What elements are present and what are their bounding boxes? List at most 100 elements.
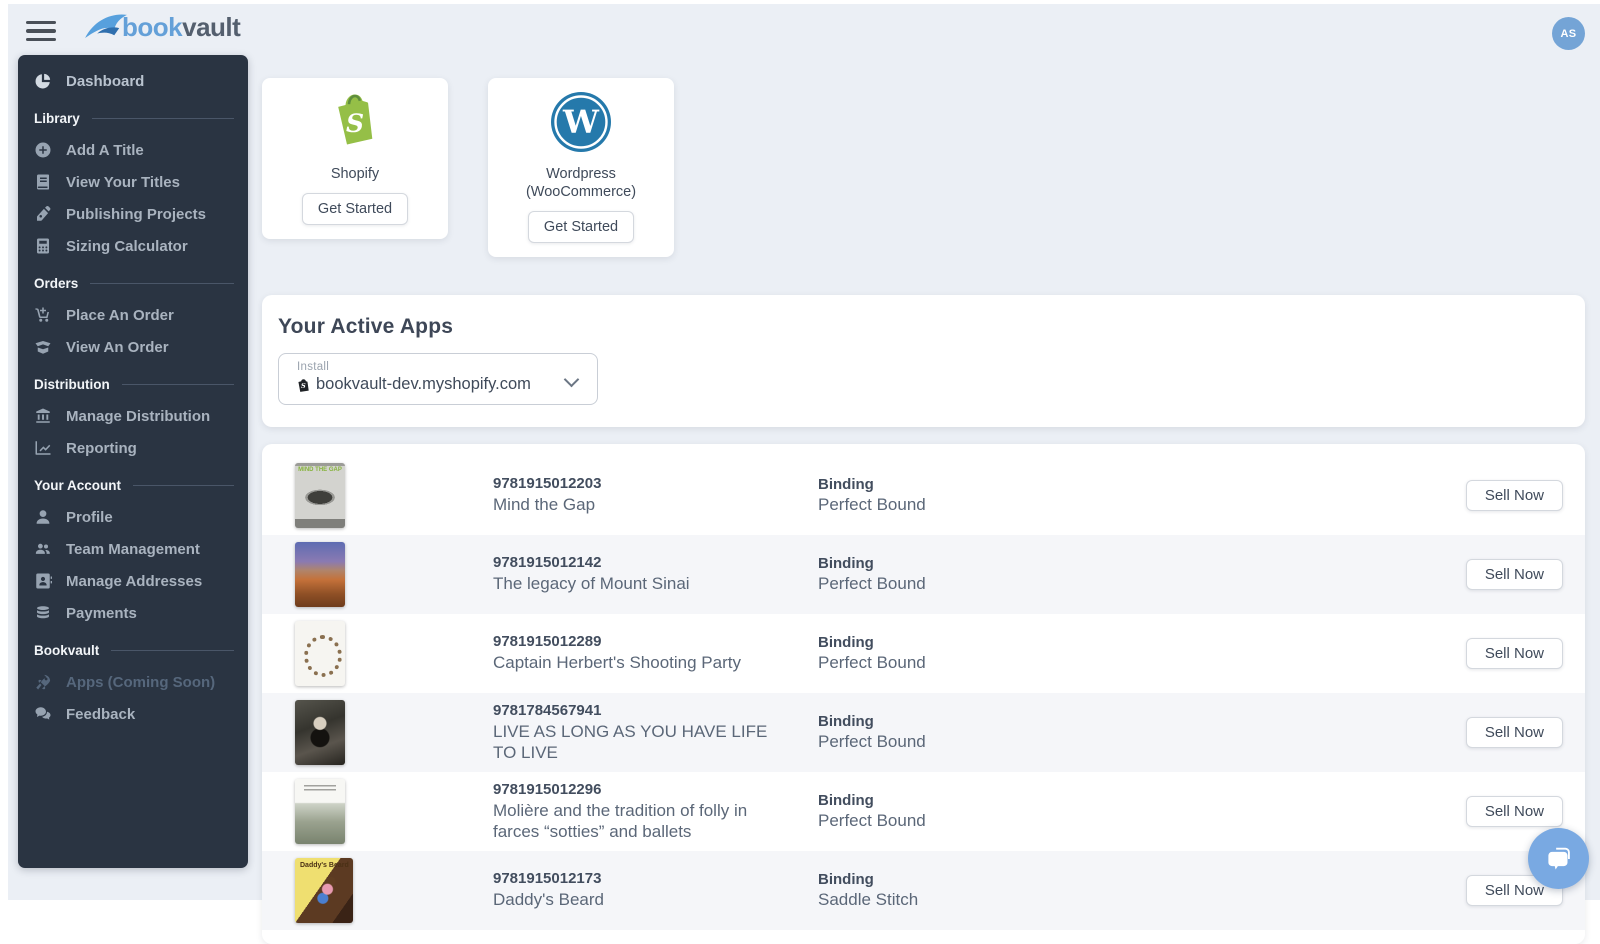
binding-value: Perfect Bound bbox=[818, 811, 1466, 831]
plus-circle-icon bbox=[34, 141, 52, 159]
sidebar-item-team-management[interactable]: Team Management bbox=[18, 533, 248, 565]
sidebar-item-reporting[interactable]: Reporting bbox=[18, 432, 248, 464]
shopify-get-started-button[interactable]: Get Started bbox=[302, 193, 408, 225]
cover-text: MIND THE GAP bbox=[295, 467, 345, 474]
book-title: Daddy's Beard bbox=[493, 889, 778, 911]
user-icon bbox=[34, 508, 52, 526]
book-cover-thumbnail: MIND THE GAP bbox=[295, 463, 345, 528]
sidebar-item-label: Publishing Projects bbox=[66, 206, 206, 223]
sidebar-item-manage-addresses[interactable]: Manage Addresses bbox=[18, 565, 248, 597]
section-label: Bookvault bbox=[34, 643, 99, 658]
sell-now-button[interactable]: Sell Now bbox=[1466, 796, 1563, 827]
sell-now-button[interactable]: Sell Now bbox=[1466, 559, 1563, 590]
sidebar-item-label: View Your Titles bbox=[66, 174, 180, 191]
sidebar-item-dashboard[interactable]: Dashboard bbox=[18, 65, 248, 97]
book-icon bbox=[34, 173, 52, 191]
sidebar-item-view-an-order[interactable]: View An Order bbox=[18, 331, 248, 363]
sidebar-item-label: View An Order bbox=[66, 339, 169, 356]
chat-widget-button[interactable] bbox=[1528, 828, 1589, 889]
sell-now-button[interactable]: Sell Now bbox=[1466, 717, 1563, 748]
section-label: Distribution bbox=[34, 377, 110, 392]
book-row: 9781915012296 Molière and the tradition … bbox=[262, 772, 1585, 851]
active-apps-card: Your Active Apps Install S bookvault-dev… bbox=[262, 295, 1585, 427]
users-icon bbox=[34, 540, 52, 558]
sidebar-item-profile[interactable]: Profile bbox=[18, 501, 248, 533]
book-row: 9781915012142 The legacy of Mount Sinai … bbox=[262, 535, 1585, 614]
shopify-bag-icon: S bbox=[297, 377, 310, 393]
binding-label: Binding bbox=[818, 871, 1466, 888]
book-title: Captain Herbert's Shooting Party bbox=[493, 652, 778, 674]
sidebar-item-label: Sizing Calculator bbox=[66, 238, 188, 255]
sidebar-item-payments[interactable]: Payments bbox=[18, 597, 248, 629]
calculator-icon bbox=[34, 237, 52, 255]
chart-pie-icon bbox=[34, 72, 52, 90]
sidebar-item-label: Place An Order bbox=[66, 307, 174, 324]
sidebar-item-label: Payments bbox=[66, 605, 137, 622]
sidebar-navigation: Dashboard Library Add A Title View Your … bbox=[18, 55, 248, 868]
chart-line-icon bbox=[34, 439, 52, 457]
binding-label: Binding bbox=[818, 476, 1466, 493]
integration-cards: S Shopify Get Started W Wordpress (WooCo… bbox=[262, 78, 1585, 257]
selected-store-value: bookvault-dev.myshopify.com bbox=[316, 375, 531, 394]
integration-name: Shopify bbox=[331, 165, 379, 183]
book-row: MIND THE GAP 9781915012203 Mind the Gap … bbox=[262, 456, 1585, 535]
sidebar-item-label: Feedback bbox=[66, 706, 135, 723]
sidebar-item-publishing-projects[interactable]: Publishing Projects bbox=[18, 198, 248, 230]
wordpress-integration-card: W Wordpress (WooCommerce) Get Started bbox=[488, 78, 674, 257]
logo-text-book: book bbox=[122, 12, 182, 42]
hamburger-menu-icon[interactable] bbox=[26, 19, 56, 43]
sidebar-item-label: Apps (Coming Soon) bbox=[66, 674, 215, 691]
chat-bubble-icon bbox=[1542, 842, 1576, 876]
shopify-integration-card: S Shopify Get Started bbox=[262, 78, 448, 239]
binding-label: Binding bbox=[818, 713, 1466, 730]
cart-plus-icon bbox=[34, 306, 52, 324]
user-avatar[interactable]: AS bbox=[1552, 17, 1585, 50]
book-title: LIVE AS LONG AS YOU HAVE LIFE TO LIVE bbox=[493, 721, 778, 765]
sidebar-item-label: Reporting bbox=[66, 440, 137, 457]
sidebar-item-label: Team Management bbox=[66, 541, 200, 558]
binding-value: Perfect Bound bbox=[818, 653, 1466, 673]
shopify-icon: S bbox=[323, 90, 387, 159]
sidebar-item-place-an-order[interactable]: Place An Order bbox=[18, 299, 248, 331]
integration-name: Wordpress (WooCommerce) bbox=[506, 165, 656, 201]
sidebar-item-view-your-titles[interactable]: View Your Titles bbox=[18, 166, 248, 198]
building-columns-icon bbox=[34, 407, 52, 425]
wordpress-icon: W bbox=[549, 90, 613, 159]
sidebar-section-distribution: Distribution bbox=[18, 363, 248, 400]
book-row: 9781784567941 LIVE AS LONG AS YOU HAVE L… bbox=[262, 693, 1585, 772]
book-cover-thumbnail bbox=[295, 700, 345, 765]
book-cover-thumbnail: Daddy's Beard bbox=[295, 858, 353, 923]
book-isbn: 9781784567941 bbox=[493, 702, 818, 719]
logo-text-vault: vault bbox=[182, 12, 240, 42]
book-cover-thumbnail bbox=[295, 779, 345, 844]
book-cover-thumbnail bbox=[295, 621, 345, 686]
book-title: Molière and the tradition of folly in fa… bbox=[493, 800, 778, 844]
sell-now-button[interactable]: Sell Now bbox=[1466, 638, 1563, 669]
sidebar-item-label: Manage Addresses bbox=[66, 573, 202, 590]
install-store-select[interactable]: Install S bookvault-dev.myshopify.com bbox=[278, 353, 598, 405]
bookvault-logo[interactable]: bookvault bbox=[84, 10, 240, 44]
binding-value: Perfect Bound bbox=[818, 574, 1466, 594]
sidebar-item-feedback[interactable]: Feedback bbox=[18, 698, 248, 730]
select-label: Install bbox=[297, 361, 583, 373]
book-row: Daddy's Beard 9781915012173 Daddy's Bear… bbox=[262, 851, 1585, 930]
cover-text: Daddy's Beard bbox=[300, 862, 353, 870]
book-cover-thumbnail bbox=[295, 542, 345, 607]
sidebar-item-sizing-calculator[interactable]: Sizing Calculator bbox=[18, 230, 248, 262]
top-bar: bookvault AS bbox=[8, 4, 1600, 58]
sidebar-section-orders: Orders bbox=[18, 262, 248, 299]
book-isbn: 9781915012142 bbox=[493, 554, 818, 571]
wordpress-get-started-button[interactable]: Get Started bbox=[528, 211, 634, 243]
svg-text:W: W bbox=[562, 103, 600, 141]
svg-text:S: S bbox=[301, 382, 306, 390]
sidebar-item-manage-distribution[interactable]: Manage Distribution bbox=[18, 400, 248, 432]
sidebar-item-apps-coming-soon[interactable]: Apps (Coming Soon) bbox=[18, 666, 248, 698]
sidebar-item-add-a-title[interactable]: Add A Title bbox=[18, 134, 248, 166]
book-title: The legacy of Mount Sinai bbox=[493, 573, 778, 595]
binding-value: Perfect Bound bbox=[818, 495, 1466, 515]
binding-label: Binding bbox=[818, 792, 1466, 809]
sell-now-button[interactable]: Sell Now bbox=[1466, 480, 1563, 511]
book-isbn: 9781915012289 bbox=[493, 633, 818, 650]
sidebar-item-label: Dashboard bbox=[66, 73, 144, 90]
book-title: Mind the Gap bbox=[493, 494, 778, 516]
